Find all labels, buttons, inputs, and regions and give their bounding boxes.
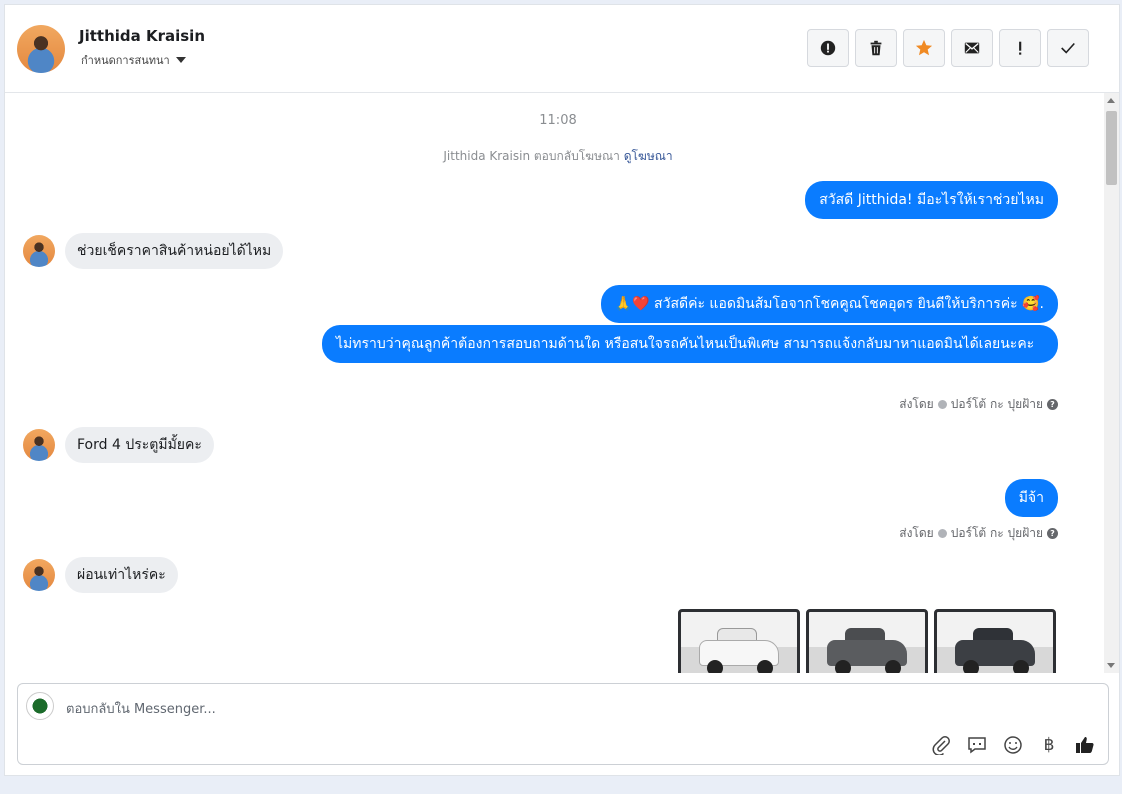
car-image-white-pickup[interactable] — [678, 609, 800, 673]
contact-avatar[interactable] — [17, 25, 65, 73]
thread-scrollbar[interactable] — [1104, 93, 1119, 673]
sent-by-line: ส่งโดย ปอร์โต้ กะ ปุยฝ้าย ? — [899, 524, 1058, 543]
scroll-thumb[interactable] — [1106, 111, 1117, 185]
like-icon — [1076, 737, 1094, 753]
outgoing-message: ไม่ทราบว่าคุณลูกค้าต้องการสอบถามด้านใด ห… — [322, 325, 1058, 363]
incoming-message-row: Ford 4 ประตูมีมั้ยคะ — [23, 427, 214, 463]
page-icon — [937, 400, 947, 409]
contact-name[interactable]: Jitthida Kraisin — [79, 27, 205, 45]
contact-avatar-small — [23, 235, 55, 267]
incoming-message-row: ผ่อนเท่าไหร่คะ — [23, 557, 178, 593]
done-icon — [1061, 42, 1075, 54]
car-image-grey-pickup[interactable] — [806, 609, 928, 673]
message-thread[interactable]: 11:08 Jitthida Kraisin ตอบกลับโฆษณา ดูโฆ… — [5, 93, 1104, 673]
reply-composer[interactable]: ตอบกลับใน Messenger... ฿ — [17, 683, 1109, 765]
attach-button[interactable] — [930, 734, 952, 756]
delete-icon — [870, 40, 882, 56]
baht-icon: ฿ — [1043, 735, 1055, 755]
composer-tools: ฿ — [930, 734, 1096, 756]
report-icon — [820, 40, 836, 56]
reply-input[interactable]: ตอบกลับใน Messenger... — [66, 698, 216, 719]
done-button[interactable] — [1047, 29, 1089, 67]
outgoing-message: มีจ้า — [1004, 479, 1058, 517]
caret-down-icon — [175, 57, 186, 63]
view-ad-link[interactable]: ดูโฆษณา — [624, 149, 673, 163]
sent-by-label: ส่งโดย — [899, 397, 934, 411]
page-avatar — [26, 692, 54, 720]
sent-by-name: ปอร์โต้ กะ ปุยฝ้าย — [950, 526, 1043, 540]
assign-dropdown[interactable]: กำหนดการสนทนา — [81, 51, 186, 69]
mail-icon — [964, 42, 980, 54]
important-icon — [1019, 41, 1022, 55]
attach-icon — [932, 736, 950, 755]
report-button[interactable] — [807, 29, 849, 67]
incoming-message: ช่วยเช็คราคาสินค้าหน่อยได้ไหม — [65, 233, 284, 269]
conversation-header: Jitthida Kraisin กำหนดการสนทนา — [5, 5, 1119, 93]
help-icon[interactable]: ? — [1047, 399, 1058, 410]
car-image-gallery — [678, 609, 1056, 673]
like-button[interactable] — [1074, 734, 1096, 756]
baht-button[interactable]: ฿ — [1038, 734, 1060, 756]
important-button[interactable] — [999, 29, 1041, 67]
mail-button[interactable] — [951, 29, 993, 67]
delete-button[interactable] — [855, 29, 897, 67]
car-image-dark-pickup[interactable] — [934, 609, 1056, 673]
messenger-window: Jitthida Kraisin กำหนดการสนทนา 11:08 Jit… — [4, 4, 1120, 776]
star-icon — [915, 39, 933, 56]
star-button[interactable] — [903, 29, 945, 67]
sent-by-label: ส่งโดย — [899, 526, 934, 540]
notice-text: Jitthida Kraisin ตอบกลับโฆษณา — [443, 149, 620, 163]
incoming-message: Ford 4 ประตูมีมั้ยคะ — [65, 427, 214, 463]
scroll-up-icon[interactable] — [1107, 98, 1115, 103]
contact-avatar-small — [23, 559, 55, 591]
contact-avatar-small — [23, 429, 55, 461]
assign-label: กำหนดการสนทนา — [81, 54, 170, 67]
outgoing-message: สวัสดี Jitthida! มีอะไรให้เราช่วยไหม — [805, 181, 1058, 219]
saved-reply-icon — [968, 737, 986, 754]
sent-by-line: ส่งโดย ปอร์โต้ กะ ปุยฝ้าย ? — [899, 395, 1058, 414]
scroll-down-icon[interactable] — [1107, 663, 1115, 668]
saved-reply-button[interactable] — [966, 734, 988, 756]
emoji-icon — [1004, 736, 1022, 754]
emoji-button[interactable] — [1002, 734, 1024, 756]
sent-by-name: ปอร์โต้ กะ ปุยฝ้าย — [950, 397, 1043, 411]
outgoing-message: 🙏❤️ สวัสดีค่ะ แอดมินส้มโอจากโชคคูณโชคอุด… — [600, 285, 1058, 323]
page-icon — [937, 529, 947, 538]
ad-reply-notice: Jitthida Kraisin ตอบกลับโฆษณา ดูโฆษณา — [5, 147, 1104, 166]
header-actions — [807, 29, 1089, 67]
timestamp: 11:08 — [539, 113, 577, 128]
help-icon[interactable]: ? — [1047, 528, 1058, 539]
incoming-message-row: ช่วยเช็คราคาสินค้าหน่อยได้ไหม — [23, 233, 284, 269]
incoming-message: ผ่อนเท่าไหร่คะ — [65, 557, 178, 593]
